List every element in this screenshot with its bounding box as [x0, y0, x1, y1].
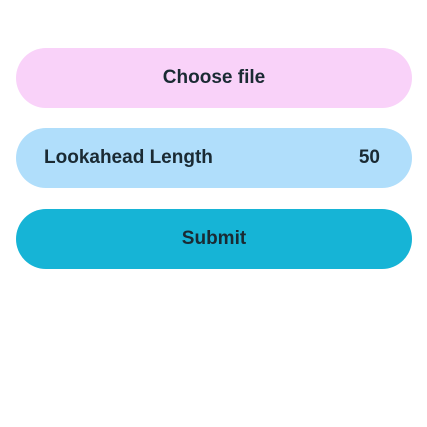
choose-file-button[interactable]: Choose file [16, 48, 412, 108]
choose-file-label: Choose file [162, 67, 266, 88]
submit-label: Submit [181, 228, 247, 249]
lookahead-length-label: Lookahead Length [44, 147, 213, 168]
submit-button[interactable]: Submit [16, 209, 412, 269]
lookahead-length-value[interactable]: 50 [352, 147, 380, 169]
lookahead-length-field[interactable]: Lookahead Length 50 [16, 128, 412, 188]
page: Choose file Lookahead Length 50 Submit [0, 0, 427, 427]
